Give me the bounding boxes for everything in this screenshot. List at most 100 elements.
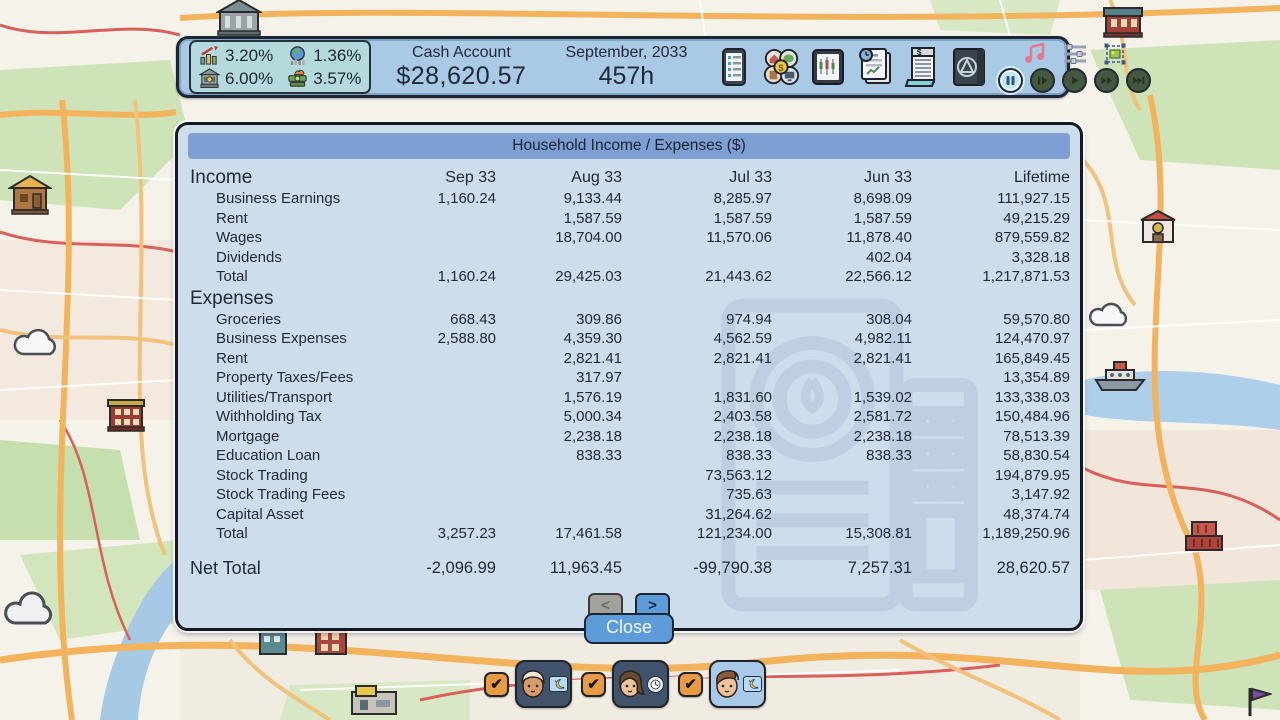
cell: 2,238.18 xyxy=(622,427,772,447)
character-1-avatar xyxy=(519,668,547,700)
cell xyxy=(402,427,496,447)
stock-index-icon xyxy=(199,45,220,66)
cell: 111,927.15 xyxy=(912,189,1070,209)
fast-forward-button[interactable] xyxy=(1094,68,1119,93)
row-label: Business Expenses xyxy=(188,329,402,349)
cell: 4,359.30 xyxy=(496,329,622,349)
map-bank-building-icon[interactable] xyxy=(216,0,262,41)
cell: 838.33 xyxy=(772,446,912,466)
cell: 2,821.41 xyxy=(772,349,912,369)
cell: 58,830.54 xyxy=(912,446,1070,466)
cell: -2,096.99 xyxy=(402,557,496,580)
character-3-avatar xyxy=(713,668,741,700)
character-3-checkbox[interactable]: ✔ xyxy=(678,672,703,697)
cell xyxy=(402,446,496,466)
map-flag-marker-icon[interactable] xyxy=(1244,686,1272,720)
cell: 59,570.80 xyxy=(912,310,1070,330)
map-cargo-containers-icon[interactable] xyxy=(1182,512,1226,559)
row-label: Withholding Tax xyxy=(188,407,402,427)
cell: 7,257.31 xyxy=(772,557,912,580)
cell: 1,160.24 xyxy=(402,267,496,287)
column-header: Sep 33 xyxy=(402,166,496,189)
snapshot-icon[interactable] xyxy=(1102,43,1128,65)
cell: 974.94 xyxy=(622,310,772,330)
settings-sliders-icon[interactable] xyxy=(1062,43,1088,65)
cell: 2,238.18 xyxy=(772,427,912,447)
table-row: Mortgage 2,238.18 2,238.18 2,238.18 78,5… xyxy=(188,427,1070,447)
cash-account-label: Cash Account xyxy=(381,44,541,62)
row-label: Groceries xyxy=(188,310,402,330)
character-2-button[interactable] xyxy=(612,660,669,708)
cell: 18,704.00 xyxy=(496,228,622,248)
cell: -99,790.38 xyxy=(622,557,772,580)
character-bar: ✔ ✔ ✔ xyxy=(484,660,766,708)
inflation-rate[interactable]: 3.57% xyxy=(287,68,361,89)
cell xyxy=(402,228,496,248)
cell: 308.04 xyxy=(772,310,912,330)
map-red-building-icon[interactable] xyxy=(106,396,146,437)
stock-index-rate[interactable]: 3.20% xyxy=(199,45,273,66)
cloud-icon xyxy=(10,322,66,367)
bank-rate-value: 6.00% xyxy=(225,69,273,89)
phone-tasks-icon[interactable] xyxy=(715,46,753,88)
map-ferry-boat-icon[interactable] xyxy=(1092,358,1148,399)
inflation-value: 3.57% xyxy=(313,69,361,89)
cell: 124,470.97 xyxy=(912,329,1070,349)
cell xyxy=(622,248,772,268)
cell: 1,587.59 xyxy=(772,209,912,229)
bank-rate[interactable]: 6.00% xyxy=(199,68,273,89)
close-button[interactable]: Close xyxy=(584,613,674,644)
cell: 150,484.96 xyxy=(912,407,1070,427)
cell xyxy=(402,248,496,268)
table-row: Groceries 668.43 309.86 974.94 308.04 59… xyxy=(188,310,1070,330)
map-market-stall-icon[interactable] xyxy=(8,172,52,221)
world-economy-rate[interactable]: 1.36% xyxy=(287,45,361,66)
column-header: Aug 33 xyxy=(496,166,622,189)
household-income-expenses-dialog: Household Income / Expenses ($) Income S… xyxy=(175,122,1083,631)
row-label: Capital Asset xyxy=(188,505,402,525)
table-row: Rent 1,587.59 1,587.59 1,587.59 49,215.2… xyxy=(188,209,1070,229)
cash-account: Cash Account $28,620.57 xyxy=(381,44,541,91)
table-row: Withholding Tax 5,000.34 2,403.58 2,581.… xyxy=(188,407,1070,427)
hud-right-controls xyxy=(998,42,1153,93)
portfolio-icon[interactable]: $ xyxy=(762,46,800,88)
ledger-book-icon[interactable] xyxy=(950,46,988,88)
cell xyxy=(402,368,496,388)
pause-button[interactable] xyxy=(998,68,1023,93)
cell: 8,285.97 xyxy=(622,189,772,209)
reports-icon[interactable] xyxy=(856,46,894,88)
map-shop-building-icon[interactable] xyxy=(1138,208,1178,251)
cell: 838.33 xyxy=(622,446,772,466)
row-label: Total xyxy=(188,267,402,287)
row-label: Business Earnings xyxy=(188,189,402,209)
character-2-busy-clock-icon xyxy=(647,676,664,693)
row-label: Education Loan xyxy=(188,446,402,466)
table-row: Business Earnings 1,160.24 9,133.44 8,28… xyxy=(188,189,1070,209)
fastest-button[interactable] xyxy=(1126,68,1151,93)
cell: 11,570.06 xyxy=(622,228,772,248)
cell: 3,147.92 xyxy=(912,485,1070,505)
bills-receipt-icon[interactable]: $ xyxy=(903,46,941,88)
table-row: Utilities/Transport 1,576.19 1,831.60 1,… xyxy=(188,388,1070,408)
stocks-tablet-icon[interactable] xyxy=(809,46,847,88)
character-3-button[interactable] xyxy=(709,660,766,708)
cell: 1,189,250.96 xyxy=(912,524,1070,544)
cell: 735.63 xyxy=(622,485,772,505)
cell xyxy=(772,466,912,486)
play-button[interactable] xyxy=(1062,68,1087,93)
character-1-checkbox[interactable]: ✔ xyxy=(484,672,509,697)
character-2-checkbox[interactable]: ✔ xyxy=(581,672,606,697)
cloud-icon xyxy=(0,585,64,636)
map-gym-building-icon[interactable] xyxy=(348,684,400,720)
music-icon[interactable] xyxy=(1022,43,1048,65)
hud-menu: $ $ xyxy=(715,46,988,88)
cell: 838.33 xyxy=(496,446,622,466)
play-slow-button[interactable] xyxy=(1030,68,1055,93)
cell: 2,821.41 xyxy=(496,349,622,369)
cell xyxy=(402,388,496,408)
character-1-button[interactable] xyxy=(515,660,572,708)
table-row: Business Expenses 2,588.80 4,359.30 4,56… xyxy=(188,329,1070,349)
map-museum-building-icon[interactable] xyxy=(1102,4,1144,43)
cell: 4,562.59 xyxy=(622,329,772,349)
cell: 309.86 xyxy=(496,310,622,330)
